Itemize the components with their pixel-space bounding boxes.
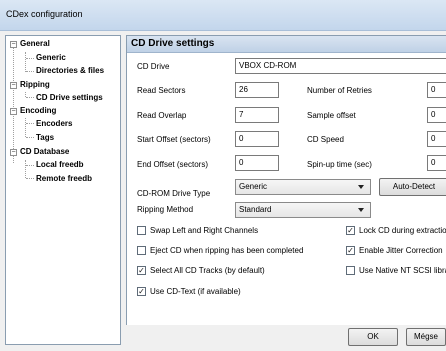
title-bar[interactable]: CDex configuration — [0, 0, 446, 31]
tree-item-cd-database[interactable]: CD Database — [20, 147, 69, 157]
cd-drive-label: CD Drive — [137, 62, 170, 71]
ripping-method-select[interactable]: Standard — [235, 202, 371, 218]
spinup-label: Spin-up time (sec) — [307, 160, 372, 169]
read-overlap-label: Read Overlap — [137, 111, 187, 120]
drive-type-label: CD-ROM Drive Type — [137, 189, 211, 198]
tree-item-local-freedb[interactable]: Local freedb — [36, 160, 84, 170]
tree-line — [26, 71, 34, 72]
tree-item-encoding[interactable]: Encoding — [20, 106, 56, 116]
retries-label: Number of Retries — [307, 86, 372, 95]
read-sectors-label: Read Sectors — [137, 86, 186, 95]
swap-channels-label: Swap Left and Right Channels — [150, 226, 259, 235]
cancel-button[interactable]: Mégse — [406, 328, 446, 346]
tree-line — [26, 97, 34, 98]
tree-item-cd-drive-settings[interactable]: CD Drive settings — [36, 93, 103, 103]
tree-item-tags[interactable]: Tags — [36, 133, 54, 143]
sample-offset-label: Sample offset — [307, 111, 356, 120]
tree-line — [13, 48, 14, 163]
native-scsi-checkbox[interactable] — [346, 266, 355, 275]
tree-line — [25, 118, 26, 137]
auto-detect-button[interactable]: Auto-Detect — [379, 178, 446, 196]
tree-line — [26, 58, 34, 59]
collapse-icon[interactable]: − — [10, 149, 17, 156]
tree-line — [26, 137, 34, 138]
drive-type-value: Generic — [239, 182, 268, 191]
tree-item-remote-freedb[interactable]: Remote freedb — [36, 174, 92, 184]
swap-channels-checkbox[interactable] — [137, 226, 146, 235]
eject-cd-checkbox[interactable] — [137, 246, 146, 255]
chevron-down-icon — [358, 185, 364, 189]
tree-item-general[interactable]: General — [20, 39, 50, 49]
cd-drive-select[interactable]: VBOX CD-ROM — [235, 58, 446, 74]
end-offset-input[interactable]: 0 — [235, 155, 279, 171]
config-window: CDex configuration − General Generic Dir… — [0, 0, 446, 351]
cd-speed-input[interactable]: 0 — [427, 131, 446, 147]
select-all-tracks-label: Select All CD Tracks (by default) — [150, 266, 265, 275]
end-offset-label: End Offset (sectors) — [137, 160, 208, 169]
tree-line — [25, 160, 26, 178]
ok-button[interactable]: OK — [348, 328, 398, 346]
native-scsi-label: Use Native NT SCSI library — [359, 266, 446, 275]
use-cd-text-label: Use CD-Text (if available) — [150, 287, 241, 296]
collapse-icon[interactable]: − — [10, 82, 17, 89]
tree-item-ripping[interactable]: Ripping — [20, 80, 50, 90]
tree-item-encoders[interactable]: Encoders — [36, 119, 72, 129]
jitter-correction-checkbox[interactable]: ✓ — [346, 246, 355, 255]
tree-line — [26, 178, 34, 179]
eject-cd-label: Eject CD when ripping has been completed — [150, 246, 304, 255]
settings-tree[interactable]: − General Generic Directories & files − … — [5, 35, 121, 345]
panel-title: CD Drive settings — [131, 38, 215, 49]
start-offset-label: Start Offset (sectors) — [137, 135, 211, 144]
tree-item-directories[interactable]: Directories & files — [36, 66, 104, 76]
sample-offset-input[interactable]: 0 — [427, 107, 446, 123]
tree-item-generic[interactable]: Generic — [36, 53, 66, 63]
lock-cd-label: Lock CD during extraction — [359, 226, 446, 235]
start-offset-input[interactable]: 0 — [235, 131, 279, 147]
jitter-correction-label: Enable Jitter Correction — [359, 246, 443, 255]
cd-speed-label: CD Speed — [307, 135, 344, 144]
dialog-footer: OK Mégse — [126, 325, 446, 351]
read-sectors-input[interactable]: 26 — [235, 82, 279, 98]
lock-cd-checkbox[interactable]: ✓ — [346, 226, 355, 235]
select-all-tracks-checkbox[interactable]: ✓ — [137, 266, 146, 275]
tree-line — [26, 165, 34, 166]
use-cd-text-checkbox[interactable]: ✓ — [137, 287, 146, 296]
ripping-method-label: Ripping Method — [137, 205, 194, 214]
retries-input[interactable]: 0 — [427, 82, 446, 98]
ripping-method-value: Standard — [239, 205, 272, 214]
panel-header: CD Drive settings — [127, 36, 446, 53]
read-overlap-input[interactable]: 7 — [235, 107, 279, 123]
tree-line — [25, 52, 26, 72]
spinup-input[interactable]: 0 — [427, 155, 446, 171]
collapse-icon[interactable]: − — [10, 41, 17, 48]
chevron-down-icon — [358, 208, 364, 212]
window-title: CDex configuration — [6, 9, 83, 19]
collapse-icon[interactable]: − — [10, 108, 17, 115]
settings-panel: CD Drive settings CD Drive VBOX CD-ROM R… — [126, 35, 446, 351]
drive-type-select[interactable]: Generic — [235, 179, 371, 195]
tree-line — [26, 123, 34, 124]
